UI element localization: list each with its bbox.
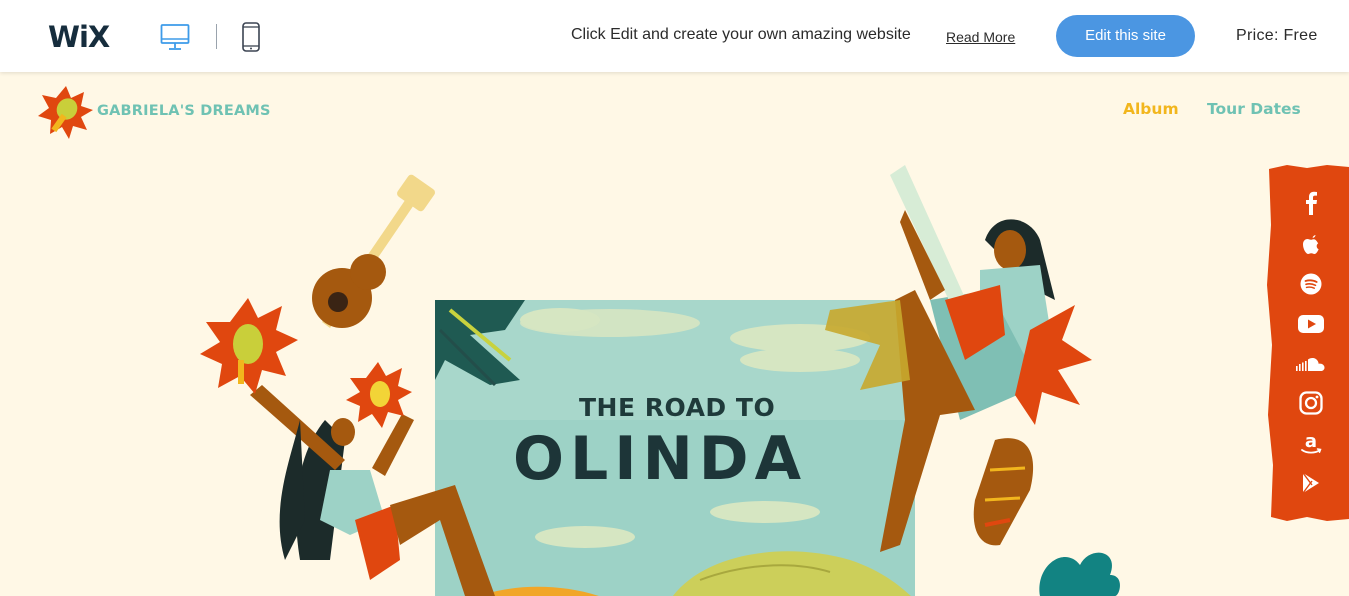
teal-leaf-illustration (1039, 552, 1120, 596)
hero-illustration (200, 165, 1120, 596)
mobile-icon[interactable] (241, 22, 261, 52)
google-play-icon[interactable] (1297, 470, 1325, 496)
album-title-line-2: OLINDA (513, 424, 808, 494)
promo-text: Click Edit and create your own amazing w… (571, 26, 911, 43)
facebook-icon[interactable] (1297, 190, 1325, 216)
site-logo-icon[interactable] (36, 84, 94, 140)
price-label: Price: Free (1236, 27, 1318, 44)
wix-logo[interactable]: WiX (48, 20, 110, 54)
nav-item-tour-dates[interactable]: Tour Dates (1207, 100, 1301, 118)
apple-music-icon[interactable] (1297, 231, 1325, 257)
edit-this-site-button[interactable]: Edit this site (1056, 15, 1195, 57)
album-title-line-1: THE ROAD TO (579, 393, 776, 422)
site-name[interactable]: GABRIELA'S DREAMS (97, 103, 271, 119)
ukulele-illustration (312, 174, 435, 328)
social-bar (1267, 165, 1349, 521)
tribal-mask-illustration (973, 438, 1034, 546)
read-more-link[interactable]: Read More (946, 29, 1015, 45)
spotify-icon[interactable] (1297, 271, 1325, 297)
svg-text:a: a (1305, 431, 1317, 452)
soundcloud-icon[interactable] (1294, 351, 1328, 377)
youtube-icon[interactable] (1297, 311, 1325, 337)
wix-top-bar: WiX Click Edit and create your own amazi… (0, 0, 1349, 72)
amazon-icon[interactable]: a (1297, 430, 1325, 456)
device-divider (216, 24, 217, 49)
maraca-burst-left (200, 298, 298, 394)
nav-item-album[interactable]: Album (1123, 100, 1179, 118)
desktop-icon[interactable] (160, 23, 190, 51)
instagram-icon[interactable] (1297, 390, 1325, 416)
